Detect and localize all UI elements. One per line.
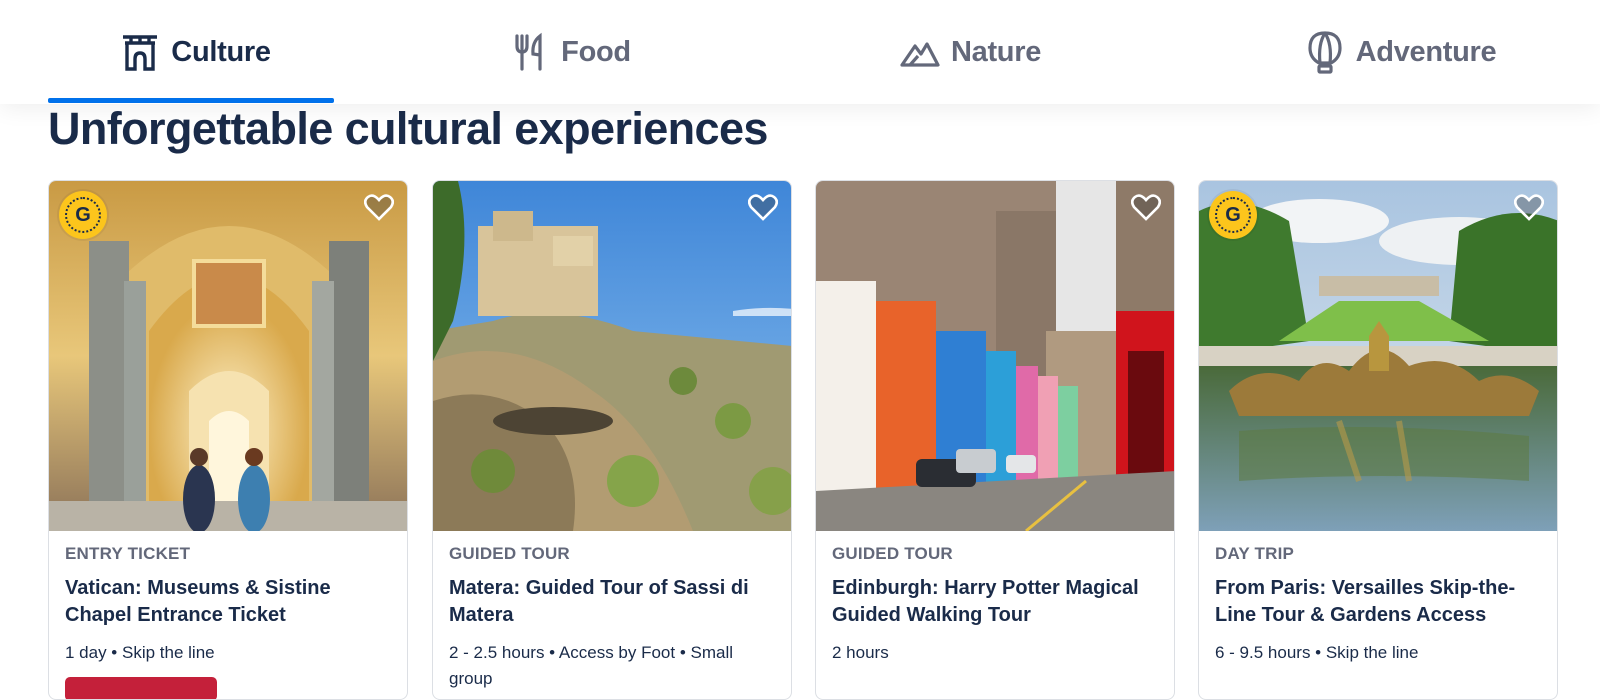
section-heading: Unforgettable cultural experiences [48, 103, 768, 154]
tab-label: Food [561, 35, 631, 68]
activity-title[interactable]: Vatican: Museums & Sistine Chapel Entran… [65, 575, 395, 629]
activity-category: GUIDED TOUR [832, 544, 953, 563]
culture-arch-icon [119, 31, 161, 73]
wishlist-heart-icon[interactable] [1130, 191, 1162, 223]
activity-details: 2 - 2.5 hours • Access by Foot • Small g… [449, 643, 734, 688]
activity-image [433, 181, 791, 531]
tab-nature[interactable]: Nature [860, 0, 1080, 104]
hot-air-balloon-icon [1304, 31, 1346, 74]
tab-label: Culture [171, 35, 271, 68]
activity-title[interactable]: Edinburgh: Harry Potter Magical Guided W… [832, 575, 1162, 629]
getyourguide-original-badge: G [59, 191, 107, 239]
wishlist-heart-icon[interactable] [1513, 191, 1545, 223]
tab-culture[interactable]: Culture [90, 0, 300, 104]
badge-letter: G [65, 197, 101, 233]
tab-label: Nature [950, 35, 1042, 68]
activity-card[interactable]: G DAY TRIP From Paris: Versailles Skip-t… [1198, 180, 1558, 700]
wishlist-heart-icon[interactable] [747, 191, 779, 223]
deal-badge [65, 677, 217, 699]
activity-category: DAY TRIP [1215, 544, 1295, 563]
mountain-icon [899, 31, 941, 73]
wishlist-heart-icon[interactable] [363, 191, 395, 223]
tab-food[interactable]: Food [470, 0, 670, 104]
activity-card[interactable]: G ENTRY TICKET Vatican: Museums & Sistin… [48, 180, 408, 700]
activity-details: 2 hours [832, 643, 889, 662]
activity-category: ENTRY TICKET [65, 544, 191, 563]
fork-knife-icon [509, 31, 551, 73]
category-tab-bar: Culture Food Nature Adventure [0, 0, 1600, 104]
activity-details: 1 day • Skip the line [65, 643, 215, 662]
activity-image [49, 181, 407, 531]
activity-image [1199, 181, 1557, 531]
getyourguide-original-badge: G [1209, 191, 1257, 239]
activity-title[interactable]: Matera: Guided Tour of Sassi di Matera [449, 575, 779, 629]
activity-details: 6 - 9.5 hours • Skip the line [1215, 643, 1419, 662]
activity-title[interactable]: From Paris: Versailles Skip-the-Line Tou… [1215, 575, 1545, 629]
activity-image [816, 181, 1174, 531]
tab-adventure[interactable]: Adventure [1285, 0, 1515, 104]
badge-letter: G [1215, 197, 1251, 233]
active-tab-indicator [48, 98, 334, 103]
activity-category: GUIDED TOUR [449, 544, 570, 563]
activity-card[interactable]: GUIDED TOUR Edinburgh: Harry Potter Magi… [815, 180, 1175, 700]
tab-label: Adventure [1355, 35, 1497, 68]
activity-card[interactable]: GUIDED TOUR Matera: Guided Tour of Sassi… [432, 180, 792, 700]
